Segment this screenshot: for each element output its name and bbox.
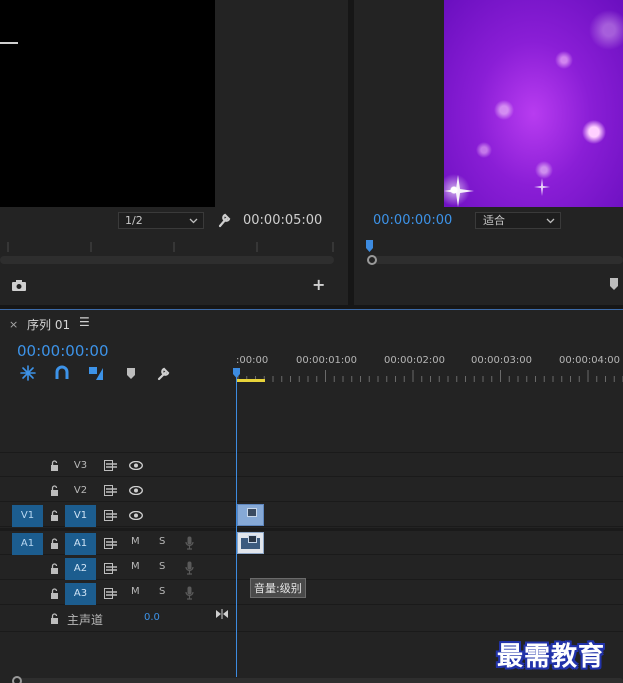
track-row-v1[interactable]: V1 V1 [0,503,623,527]
wrench-icon[interactable] [218,212,232,228]
ruler-label: 00:00:04:00 [559,355,621,366]
mute-button[interactable]: M [131,561,140,572]
source-monitor-panel: 1/2 00:00:05:00 + [0,0,348,305]
snap-icon[interactable] [20,365,36,381]
program-scrub-handle[interactable] [367,255,377,265]
sync-lock-icon[interactable] [104,563,117,574]
source-time-ruler[interactable] [0,242,334,252]
linked-selection-icon[interactable] [88,365,104,381]
lock-icon[interactable] [50,613,59,624]
timeline-horizontal-scrollbar[interactable] [12,678,623,683]
timeline-panel: × 序列 01 ☰ 00:00:00:00 :00:00 00:00:01:00… [0,309,623,683]
source-patch-v1[interactable]: V1 [12,505,43,527]
ruler-label: 00:00:03:00 [471,355,533,366]
program-fit-value: 适合 [483,214,505,227]
marker-icon[interactable] [609,278,619,290]
master-track-label: 主声道 [67,613,104,627]
program-video-frame [444,0,623,207]
ruler-label: 00:00:02:00 [384,355,446,366]
magnet-link-icon[interactable] [54,365,70,381]
mic-icon[interactable] [185,536,194,550]
source-scrub-bar[interactable] [0,256,334,264]
track-row-a3[interactable]: A3 M S [0,581,623,605]
track-row-a2[interactable]: A2 M S [0,556,623,580]
source-patch-a1[interactable]: A1 [12,533,43,555]
sync-lock-icon[interactable] [104,485,117,496]
close-icon[interactable]: × [9,318,18,331]
clip-thumbnail [248,535,257,543]
video-clip[interactable] [237,504,264,526]
playhead-icon[interactable] [366,240,373,252]
program-timecode[interactable]: 00:00:00:00 [373,213,452,228]
ruler-ticks [237,370,623,382]
source-duration-timecode: 00:00:05:00 [243,213,323,228]
chevron-down-icon [189,218,198,224]
playhead-icon[interactable] [233,368,240,378]
sync-lock-icon[interactable] [104,538,117,549]
track-row-v2[interactable]: V2 [0,478,623,502]
timeline-ruler[interactable]: :00:00 00:00:01:00 00:00:02:00 00:00:03:… [236,346,623,382]
work-area-bar[interactable] [237,379,265,382]
sequence-tab-title[interactable]: 序列 01 [27,316,70,333]
mic-icon[interactable] [185,561,194,575]
track-name-a3[interactable]: A3 [65,583,96,605]
sync-lock-icon[interactable] [104,588,117,599]
program-monitor-panel: 00:00:00:00 适合 [354,0,623,305]
master-volume-value[interactable]: 0.0 [144,612,160,623]
source-overlay-mark [0,42,18,44]
eye-icon[interactable] [129,511,143,520]
chevron-down-icon [546,218,555,224]
go-to-end-icon[interactable] [216,609,228,619]
lock-icon[interactable] [50,563,59,574]
lock-icon[interactable] [50,538,59,549]
timeline-timecode[interactable]: 00:00:00:00 [17,342,109,360]
program-scrub-bar[interactable] [368,256,623,264]
lock-icon[interactable] [50,485,59,496]
track-name-a1[interactable]: A1 [65,533,96,555]
track-row-a1[interactable]: A1 A1 M S [0,531,623,555]
lock-icon[interactable] [50,588,59,599]
lock-icon[interactable] [50,460,59,471]
eye-icon[interactable] [129,486,143,495]
watermark-logo: 最需教育 [497,642,606,672]
mute-button[interactable]: M [131,536,140,547]
source-resolution-value: 1/2 [125,214,143,227]
solo-button[interactable]: S [159,561,165,572]
sparkle-graphic [534,178,550,196]
tooltip: 音量:级别 [250,578,306,598]
mute-button[interactable]: M [131,586,140,597]
source-resolution-select[interactable]: 1/2 [118,212,204,229]
wrench-icon[interactable] [156,365,172,381]
plus-icon[interactable]: + [312,277,325,293]
sync-lock-icon[interactable] [104,460,117,471]
solo-button[interactable]: S [159,586,165,597]
playhead-line[interactable] [236,375,237,677]
sync-lock-icon[interactable] [104,510,117,521]
track-name-v3[interactable]: V3 [65,455,96,477]
track-name-v2[interactable]: V2 [65,480,96,502]
track-name-v1[interactable]: V1 [65,505,96,527]
program-fit-select[interactable]: 适合 [475,212,561,229]
solo-button[interactable]: S [159,536,165,547]
scrollbar-handle[interactable] [12,676,22,683]
track-name-a2[interactable]: A2 [65,558,96,580]
panel-menu-icon[interactable]: ☰ [79,315,90,329]
lock-icon[interactable] [50,510,59,521]
mic-icon[interactable] [185,586,194,600]
ruler-label: :00:00 [236,355,269,366]
clip-thumbnail [247,508,257,517]
camera-icon[interactable] [11,279,27,291]
ruler-label: 00:00:01:00 [296,355,358,366]
audio-clip[interactable] [237,532,264,554]
source-video-frame [0,0,215,207]
eye-icon[interactable] [129,461,143,470]
add-marker-icon[interactable] [124,365,140,381]
track-row-v3[interactable]: V3 [0,453,623,477]
sparkle-graphic [444,175,474,207]
